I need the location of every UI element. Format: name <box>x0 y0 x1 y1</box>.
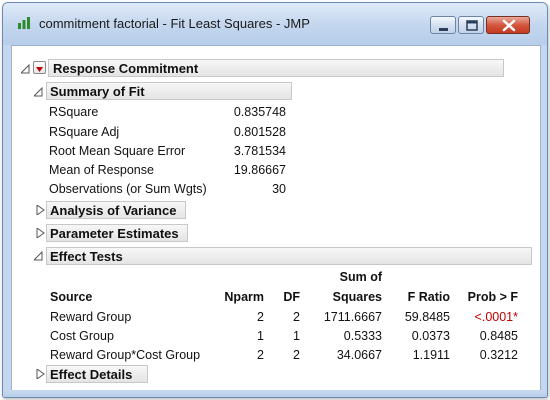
col-header-f-ratio: F Ratio <box>407 290 450 304</box>
effect-source: Reward Group <box>50 310 132 324</box>
disclosure-closed-icon[interactable] <box>36 369 46 379</box>
col-header-sum-of: Sum of <box>339 270 382 284</box>
analysis-of-variance-header[interactable]: Analysis of Variance <box>46 201 186 219</box>
effect-f-ratio: 1.1911 <box>412 348 450 362</box>
effect-f-ratio: 59.8485 <box>404 310 450 324</box>
minimize-button[interactable] <box>430 16 456 34</box>
effect-source: Cost Group <box>50 329 114 343</box>
analysis-of-variance-title: Analysis of Variance <box>50 203 177 218</box>
fit-value: 30 <box>272 182 286 196</box>
fit-label: RSquare Adj <box>49 125 120 139</box>
close-icon <box>502 19 516 32</box>
effect-details-header[interactable]: Effect Details <box>46 365 148 383</box>
report-area: Response Commitment Summary of Fit RSqua… <box>11 45 541 393</box>
response-header[interactable]: Response Commitment <box>48 59 504 77</box>
effect-df: 2 <box>293 310 300 324</box>
fit-value: 0.801528 <box>233 125 286 139</box>
close-button[interactable] <box>486 16 530 34</box>
summary-of-fit-header[interactable]: Summary of Fit <box>46 82 292 100</box>
effect-prob: 0.8485 <box>479 329 518 343</box>
fit-label: Mean of Response <box>49 163 154 177</box>
disclosure-open-icon[interactable] <box>21 64 31 74</box>
maximize-button[interactable] <box>458 16 484 34</box>
fit-label: RSquare <box>49 105 99 119</box>
summary-of-fit-title: Summary of Fit <box>50 84 145 99</box>
response-title: Response Commitment <box>53 61 199 76</box>
app-window: commitment factorial - Fit Least Squares… <box>2 2 548 398</box>
window-title: commitment factorial - Fit Least Squares… <box>39 16 310 31</box>
disclosure-open-icon[interactable] <box>34 251 44 261</box>
col-header-source: Source <box>50 290 93 304</box>
parameter-estimates-title: Parameter Estimates <box>50 226 179 241</box>
effect-nparm: 2 <box>257 310 264 324</box>
effect-prob: 0.3212 <box>479 348 518 362</box>
maximize-icon <box>466 20 478 31</box>
effect-ss: 1711.6667 <box>323 310 382 324</box>
effect-f-ratio: 0.0373 <box>411 329 450 343</box>
effect-ss: 34.0667 <box>336 348 382 362</box>
jmp-icon <box>18 17 30 29</box>
effect-nparm: 2 <box>257 348 264 362</box>
fit-label: Observations (or Sum Wgts) <box>49 182 207 196</box>
window-bottom-border <box>3 390 547 397</box>
effect-prob-significant: <.0001* <box>474 310 518 324</box>
effect-ss: 0.5333 <box>343 329 382 343</box>
fit-label: Root Mean Square Error <box>49 144 186 158</box>
effect-nparm: 1 <box>257 329 264 343</box>
effect-tests-title: Effect Tests <box>50 249 123 264</box>
col-header-squares: Squares <box>332 290 382 304</box>
minimize-icon <box>439 28 448 31</box>
disclosure-open-icon[interactable] <box>34 87 44 97</box>
effect-source: Reward Group*Cost Group <box>50 348 201 362</box>
effect-tests-header[interactable]: Effect Tests <box>46 247 532 265</box>
col-header-prob: Prob > F <box>467 290 518 304</box>
parameter-estimates-header[interactable]: Parameter Estimates <box>46 224 188 242</box>
fit-value: 19.86667 <box>233 163 286 177</box>
effect-details-title: Effect Details <box>50 367 133 382</box>
title-bar[interactable]: commitment factorial - Fit Least Squares… <box>3 3 547 45</box>
col-header-nparm: Nparm <box>224 290 264 304</box>
disclosure-closed-icon[interactable] <box>36 205 46 215</box>
col-header-df: DF <box>283 290 300 304</box>
disclosure-closed-icon[interactable] <box>36 228 46 238</box>
red-triangle-menu-button[interactable] <box>33 61 46 74</box>
effect-df: 1 <box>293 329 300 343</box>
effect-df: 2 <box>293 348 300 362</box>
fit-value: 0.835748 <box>233 105 286 119</box>
fit-value: 3.781534 <box>233 144 286 158</box>
red-triangle-icon <box>36 67 43 72</box>
